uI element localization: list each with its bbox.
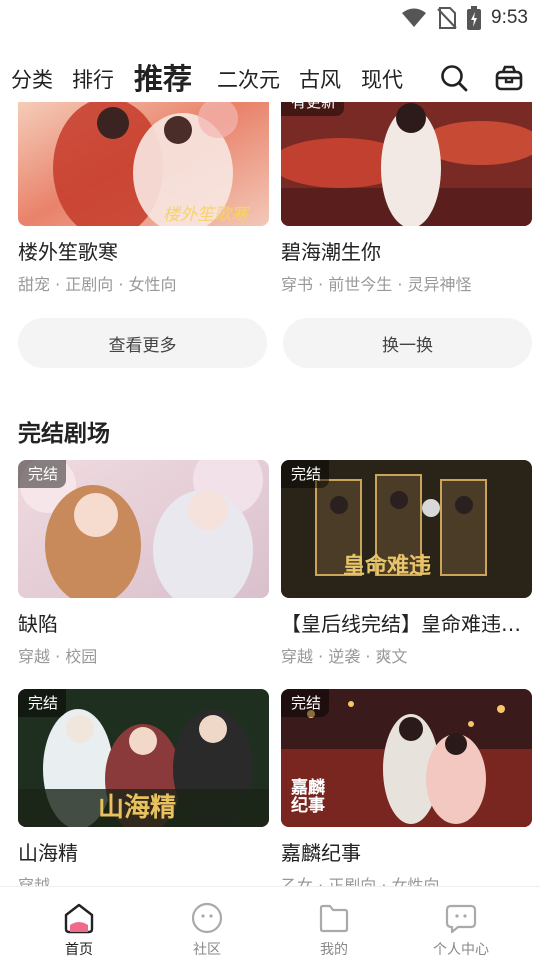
drama-cover: 山海精 完结	[18, 689, 269, 827]
tab-recommend[interactable]: 推荐	[134, 56, 192, 98]
drama-card[interactable]: 完结 缺陷 穿越 · 校园	[18, 460, 269, 667]
drama-cover: 楼外笙歌寒	[18, 102, 269, 226]
status-bar: 9:53	[0, 0, 540, 36]
tab-anime[interactable]: 二次元	[217, 64, 280, 94]
section-title: 完结剧场	[18, 421, 110, 447]
drama-cover: 皇命难违 完结	[281, 460, 532, 598]
battery-charging-icon	[467, 6, 482, 30]
drama-title: 缺陷	[18, 612, 58, 636]
finished-badge: 完结	[281, 460, 330, 488]
drama-card[interactable]: 皇命难违 完结 【皇后线完结】皇命难违… 穿越 · 逆袭 · 爽文	[281, 460, 532, 667]
nav-mine[interactable]: 我的	[284, 901, 384, 959]
drama-card[interactable]: 楼外笙歌寒 楼外笙歌寒 甜宠 · 正剧向 · 女性向	[18, 102, 269, 295]
cover-title-text: 皇命难违	[343, 554, 432, 579]
drama-cover: 嘉麟纪事 完结	[281, 689, 532, 827]
finished-badge: 完结	[281, 689, 330, 717]
drama-title: 山海精	[18, 841, 78, 865]
update-badge: 有更新	[281, 102, 345, 116]
drama-tags: 穿越 · 校园	[18, 647, 98, 666]
drama-title: 嘉麟纪事	[281, 841, 361, 865]
drama-cover: 完结	[18, 460, 269, 598]
home-icon	[64, 903, 94, 934]
status-time: 9:53	[491, 7, 528, 28]
no-sim-icon	[437, 7, 457, 29]
cover-title-text: 山海精	[98, 793, 177, 823]
drama-tags: 乙女 · 正剧向 · 女性向	[281, 876, 440, 886]
drama-tags: 甜宠 · 正剧向 · 女性向	[18, 275, 177, 294]
drama-tags: 穿书 · 前世今生 · 灵异神怪	[281, 275, 472, 294]
cover-title-text: 嘉麟纪事	[291, 778, 325, 816]
nav-profile[interactable]: 个人中心	[411, 901, 511, 959]
tab-ranking[interactable]: 排行	[72, 64, 114, 94]
drama-card[interactable]: 山海精 完结 山海精 穿越	[18, 689, 269, 886]
nav-mine-label: 我的	[320, 942, 348, 958]
drama-title: 【皇后线完结】皇命难违…	[281, 612, 521, 636]
nav-community-label: 社区	[193, 942, 221, 958]
drama-title: 碧海潮生你	[281, 240, 381, 264]
bottom-nav: 首页 社区 我的 个人中心	[0, 886, 540, 960]
search-icon[interactable]	[439, 63, 469, 93]
wifi-icon	[402, 8, 427, 27]
finished-badge: 完结	[18, 460, 67, 488]
nav-home-label: 首页	[65, 942, 93, 958]
see-more-button[interactable]: 查看更多	[18, 318, 267, 368]
drama-cover: 有更新	[281, 102, 532, 226]
content-feed[interactable]: 楼外笙歌寒 楼外笙歌寒 甜宠 · 正剧向 · 女性向 有更新 碧海潮生你 穿书 …	[0, 102, 540, 886]
tab-modern[interactable]: 现代	[361, 64, 403, 94]
drama-card[interactable]: 嘉麟纪事 完结 嘉麟纪事 乙女 · 正剧向 · 女性向	[281, 689, 532, 886]
tab-ancient-style[interactable]: 古风	[299, 64, 341, 94]
nav-profile-label: 个人中心	[433, 942, 489, 958]
tab-category[interactable]: 分类	[11, 64, 53, 94]
top-nav: 分类 排行 推荐 二次元 古风 现代	[0, 50, 540, 102]
nav-home[interactable]: 首页	[29, 901, 129, 959]
refresh-button[interactable]: 换一换	[283, 318, 532, 368]
community-icon	[191, 902, 223, 934]
drama-title: 楼外笙歌寒	[18, 240, 118, 264]
folder-icon	[319, 904, 349, 933]
profile-icon	[445, 904, 477, 934]
gift-box-icon[interactable]	[494, 63, 524, 93]
drama-tags: 穿越 · 逆袭 · 爽文	[281, 647, 408, 666]
finished-badge: 完结	[18, 689, 67, 717]
drama-tags: 穿越	[18, 876, 51, 886]
drama-card[interactable]: 有更新 碧海潮生你 穿书 · 前世今生 · 灵异神怪	[281, 102, 532, 295]
nav-community[interactable]: 社区	[157, 901, 257, 959]
cover-title-text: 楼外笙歌寒	[163, 205, 248, 225]
